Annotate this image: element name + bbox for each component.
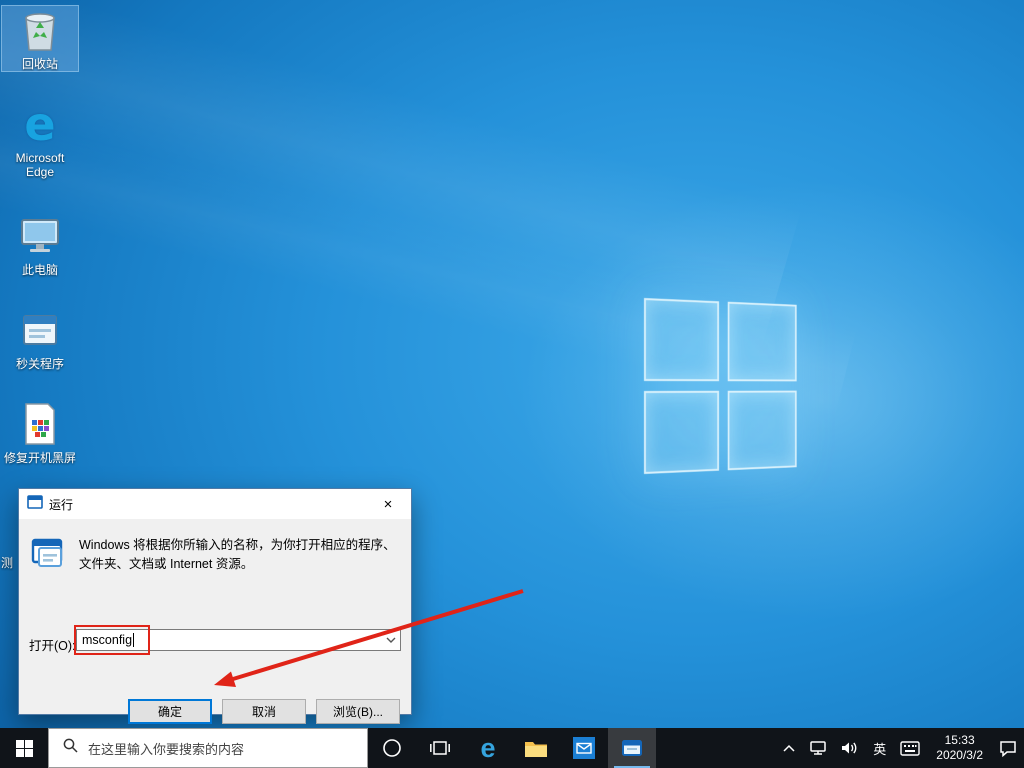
desktop-icon-fix-black-screen[interactable]: 修复开机黑屏 <box>2 400 78 465</box>
network-status[interactable] <box>802 728 834 768</box>
run-command-value: msconfig <box>82 632 133 647</box>
volume-status[interactable] <box>834 728 866 768</box>
taskbar-run-button-active[interactable] <box>608 728 656 768</box>
edge-icon: e <box>24 97 56 151</box>
program-window-icon <box>2 306 78 354</box>
task-view-button[interactable] <box>416 728 464 768</box>
ime-language-indicator[interactable]: 英 <box>866 728 893 768</box>
folder-icon <box>525 742 547 757</box>
dropdown-chevron-icon[interactable] <box>382 630 400 650</box>
run-app-icon <box>622 740 642 756</box>
desktop: 回收站 e Microsoft Edge 此电脑 秒关程序 修复开机黑屏 测 运… <box>0 0 1024 768</box>
recycle-bin-icon <box>2 6 78 54</box>
action-center-button[interactable] <box>992 728 1024 768</box>
touch-keyboard-button[interactable] <box>893 728 927 768</box>
search-icon <box>63 738 78 758</box>
dialog-title: 运行 <box>49 497 74 512</box>
computer-icon <box>2 212 78 260</box>
windows-logo-pane <box>644 390 720 474</box>
desktop-icon-label: 修复开机黑屏 <box>3 451 76 465</box>
cancel-button[interactable]: 取消 <box>222 699 306 724</box>
desktop-icon-label: 此电脑 <box>21 263 58 277</box>
taskbar: 在这里输入你要搜索的内容 e 英 15:33 2020/3/2 <box>0 728 1024 768</box>
clock-time: 15:33 <box>944 733 975 747</box>
speaker-icon <box>842 742 857 754</box>
description-line-2: 文件夹、文档或 Internet 资源。 <box>79 557 254 571</box>
desktop-icon-label: 秒关程序 <box>15 357 64 371</box>
taskbar-clock[interactable]: 15:33 2020/3/2 <box>927 728 992 768</box>
browse-button[interactable]: 浏览(B)... <box>316 699 400 724</box>
notification-icon <box>1000 740 1016 757</box>
windows-start-icon <box>15 739 33 757</box>
text-caret <box>133 633 135 648</box>
keyboard-icon <box>900 740 920 756</box>
close-button[interactable]: × <box>365 489 411 519</box>
taskbar-search-box[interactable]: 在这里输入你要搜索的内容 <box>48 728 368 768</box>
run-window-icon <box>27 494 43 515</box>
taskbar-file-explorer-button[interactable] <box>512 728 560 768</box>
run-command-combobox[interactable]: msconfig <box>76 629 401 651</box>
taskbar-edge-button[interactable]: e <box>464 728 512 768</box>
desktop-icon-label: Microsoft Edge <box>15 151 65 179</box>
close-icon: × <box>383 495 393 513</box>
search-placeholder: 在这里输入你要搜索的内容 <box>88 741 245 757</box>
clock-date: 2020/3/2 <box>936 748 983 762</box>
desktop-icon-recycle-bin[interactable]: 回收站 <box>1 5 79 72</box>
description-line-1: Windows 将根据你所输入的名称，为你打开相应的程序、 <box>79 538 396 552</box>
desktop-icon-label: 回收站 <box>21 57 58 71</box>
task-view-icon <box>430 741 450 755</box>
windows-logo-pane <box>727 301 797 382</box>
windows-logo-pane <box>727 390 797 471</box>
desktop-icon-quick-close[interactable]: 秒关程序 <box>2 306 78 371</box>
taskbar-mail-button[interactable] <box>560 728 608 768</box>
desktop-icon-microsoft-edge[interactable]: e Microsoft Edge <box>2 100 78 179</box>
run-dialog-icon <box>31 535 67 574</box>
dialog-titlebar[interactable]: 运行 × <box>19 489 411 519</box>
network-icon <box>810 741 827 755</box>
chevron-up-icon <box>783 744 795 752</box>
dialog-description: Windows 将根据你所输入的名称，为你打开相应的程序、 文件夹、文档或 In… <box>79 536 396 574</box>
document-pixels-icon <box>2 400 78 448</box>
cortana-icon <box>383 739 401 757</box>
mail-icon <box>573 737 595 759</box>
run-command-input[interactable]: msconfig <box>77 633 382 648</box>
edge-icon: e <box>480 732 496 763</box>
cortana-button[interactable] <box>368 728 416 768</box>
ok-button[interactable]: 确定 <box>128 699 212 724</box>
open-label: 打开(O): <box>29 639 76 653</box>
start-button[interactable] <box>0 728 48 768</box>
run-dialog-window: 运行 × Windows 将根据你所输入的名称，为你打开相应的程序、 文件夹、文… <box>18 488 412 724</box>
partial-desktop-icon-label: 测 <box>1 556 14 570</box>
windows-logo <box>644 298 797 474</box>
system-tray: 英 15:33 2020/3/2 <box>776 728 1024 768</box>
windows-logo-pane <box>644 298 720 382</box>
dialog-body: Windows 将根据你所输入的名称，为你打开相应的程序、 文件夹、文档或 In… <box>19 519 411 724</box>
desktop-icon-this-pc[interactable]: 此电脑 <box>2 212 78 277</box>
tray-show-hidden-icons[interactable] <box>776 728 802 768</box>
